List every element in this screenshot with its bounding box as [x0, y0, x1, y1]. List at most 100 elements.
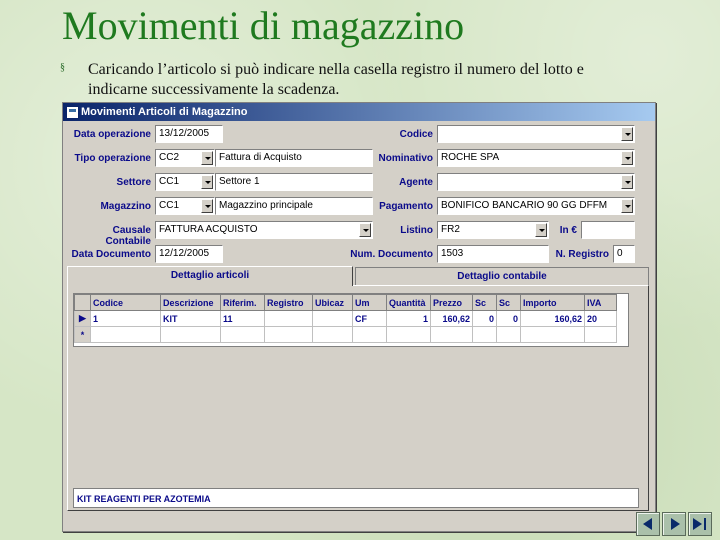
col-header[interactable]: Prezzo [430, 294, 473, 311]
row-selector[interactable]: ▶ [74, 310, 91, 327]
table-cell[interactable]: 160,62 [430, 310, 473, 327]
table-cell[interactable]: KIT [160, 310, 221, 327]
col-header[interactable]: Um [352, 294, 387, 311]
table-cell[interactable]: 1 [386, 310, 431, 327]
data-documento-input[interactable]: 12/12/2005 [155, 245, 223, 263]
pagamento-value: BONIFICO BANCARIO 90 GG DFFM [441, 200, 608, 211]
table-cell[interactable] [160, 326, 221, 343]
col-header[interactable]: Descrizione [160, 294, 221, 311]
table-row[interactable]: ▶ 1 KIT 11 CF 1 160,62 0 0 160,62 20 [74, 310, 617, 327]
data-operazione-input[interactable]: 13/12/2005 [155, 125, 223, 143]
form-icon [66, 106, 79, 119]
table-cell[interactable] [496, 326, 521, 343]
causale-contabile-select[interactable]: FATTURA ACQUISTO [155, 221, 373, 239]
table-cell[interactable] [430, 326, 473, 343]
app-window: Movimenti Articoli di Magazzino Data ope… [62, 102, 656, 532]
nominativo-select[interactable]: ROCHE SPA [437, 149, 635, 167]
magazzino-code: CC1 [159, 200, 180, 211]
table-cell[interactable] [90, 326, 161, 343]
causale-value: FATTURA ACQUISTO [159, 224, 258, 235]
col-header[interactable]: Codice [90, 294, 161, 311]
nominativo-value: ROCHE SPA [441, 152, 500, 163]
label-listino: Listino [400, 225, 433, 236]
chevron-down-icon[interactable] [621, 175, 633, 189]
window-titlebar: Movimenti Articoli di Magazzino [63, 103, 655, 121]
settore-select[interactable]: CC1 [155, 173, 215, 191]
chevron-down-icon[interactable] [621, 199, 633, 213]
table-cell[interactable]: 1 [90, 310, 161, 327]
table-row[interactable]: * [74, 326, 617, 343]
end-bar-icon [704, 518, 706, 530]
table-cell[interactable] [264, 326, 313, 343]
tab-dettaglio-contabile[interactable]: Dettaglio contabile [355, 267, 649, 285]
magazzino-select[interactable]: CC1 [155, 197, 215, 215]
chevron-down-icon[interactable] [535, 223, 547, 237]
row-selector-header [74, 294, 91, 311]
chevron-down-icon[interactable] [201, 151, 213, 165]
table-cell[interactable] [220, 326, 265, 343]
agente-select[interactable] [437, 173, 635, 191]
bullet-line-1: Caricando l’articolo si può indicare nel… [88, 61, 584, 78]
next-slide-button[interactable] [662, 512, 686, 536]
arrow-left-icon [643, 518, 652, 530]
chevron-down-icon[interactable] [621, 127, 633, 141]
chevron-down-icon[interactable] [201, 175, 213, 189]
pagamento-select[interactable]: BONIFICO BANCARIO 90 GG DFFM [437, 197, 635, 215]
label-data-documento: Data Documento [71, 249, 151, 260]
window-title: Movimenti Articoli di Magazzino [81, 106, 248, 118]
table-cell[interactable]: 0 [472, 310, 497, 327]
table-cell[interactable] [520, 326, 585, 343]
codice-select[interactable] [437, 125, 635, 143]
table-cell[interactable]: 160,62 [520, 310, 585, 327]
col-header[interactable]: Quantità [386, 294, 431, 311]
label-agente: Agente [399, 177, 433, 188]
table-cell[interactable]: 11 [220, 310, 265, 327]
chevron-down-icon[interactable] [621, 151, 633, 165]
slide-title: Movimenti di magazzino [62, 3, 465, 48]
label-in-euro: In € [559, 225, 577, 236]
num-documento-input[interactable]: 1503 [437, 245, 549, 263]
table-cell[interactable]: 20 [584, 310, 617, 327]
label-magazzino: Magazzino [100, 201, 151, 212]
articoli-grid: Codice Descrizione Riferim. Registro Ubi… [73, 293, 629, 347]
table-cell[interactable]: 0 [496, 310, 521, 327]
label-n-registro: N. Registro [555, 249, 609, 260]
arrow-right-icon [671, 518, 680, 530]
table-cell[interactable] [312, 310, 353, 327]
col-header[interactable]: Importo [520, 294, 585, 311]
col-header[interactable]: Ubicaz [312, 294, 353, 311]
label-causale-contabile: Causale Contabile [105, 225, 151, 247]
col-header[interactable]: Sc [496, 294, 521, 311]
col-header[interactable]: Registro [264, 294, 313, 311]
arrow-right-icon [693, 518, 702, 530]
last-slide-button[interactable] [688, 512, 712, 536]
col-header[interactable]: IVA [584, 294, 617, 311]
new-row-selector[interactable]: * [74, 326, 91, 343]
in-euro-input[interactable] [581, 221, 635, 239]
label-codice: Codice [399, 129, 433, 140]
table-cell[interactable] [472, 326, 497, 343]
table-cell[interactable]: CF [352, 310, 387, 327]
description-memo[interactable]: KIT REAGENTI PER AZOTEMIA [73, 488, 639, 508]
tipo-operazione-code: CC2 [159, 152, 180, 163]
chevron-down-icon[interactable] [201, 199, 213, 213]
prev-slide-button[interactable] [636, 512, 660, 536]
label-tipo-operazione: Tipo operazione [74, 153, 152, 164]
label-nominativo: Nominativo [378, 153, 433, 164]
table-cell[interactable] [312, 326, 353, 343]
col-header[interactable]: Sc [472, 294, 497, 311]
bullet-line-2: indicarne successivamente la scadenza. [88, 81, 340, 98]
table-cell[interactable] [352, 326, 387, 343]
listino-select[interactable]: FR2 [437, 221, 549, 239]
col-header[interactable]: Riferim. [220, 294, 265, 311]
table-cell[interactable] [584, 326, 617, 343]
bullet-text: Caricando l’articolo si può indicare nel… [88, 60, 688, 100]
table-cell[interactable] [386, 326, 431, 343]
label-settore: Settore [116, 177, 151, 188]
n-registro-input[interactable]: 0 [613, 245, 635, 263]
tab-dettaglio-articoli[interactable]: Dettaglio articoli [67, 266, 353, 286]
table-cell[interactable] [264, 310, 313, 327]
label-num-documento: Num. Documento [350, 249, 433, 260]
tipo-operazione-select[interactable]: CC2 [155, 149, 215, 167]
settore-code: CC1 [159, 176, 180, 187]
